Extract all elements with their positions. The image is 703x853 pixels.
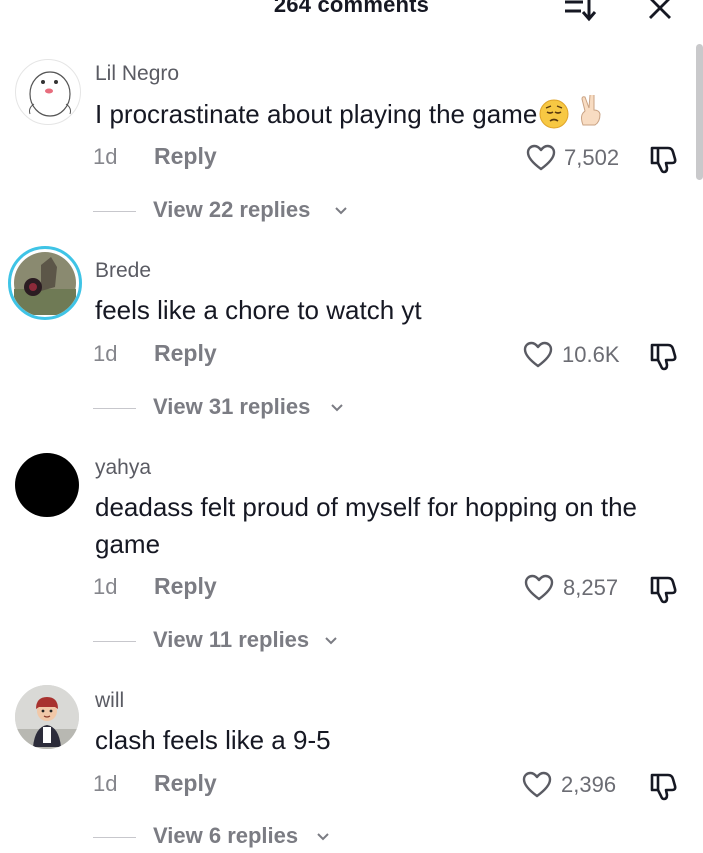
comment-text-content: I procrastinate about playing the game: [95, 99, 538, 129]
victory-hand-emoji-icon: [581, 95, 601, 126]
comment-text: clash feels like a 9-5: [95, 725, 331, 755]
replies-divider: [93, 837, 136, 838]
reply-button[interactable]: Reply: [154, 340, 217, 367]
comment-meta: 1d Reply 2,396: [0, 769, 703, 803]
comment-time: 1d: [93, 144, 118, 169]
chevron-down-icon: [325, 637, 337, 645]
heart-icon[interactable]: [524, 574, 554, 602]
avatar[interactable]: [15, 453, 79, 517]
comment-text: deadass felt proud of myself for hopping…: [95, 492, 638, 559]
heart-icon[interactable]: [526, 144, 556, 172]
view-replies-label[interactable]: View 31 replies: [153, 394, 310, 420]
dislike-icon[interactable]: [648, 340, 680, 372]
reply-button[interactable]: Reply: [154, 143, 217, 170]
avatar[interactable]: [15, 685, 79, 749]
like-count: 2,396: [561, 772, 617, 797]
replies-divider: [93, 641, 136, 642]
view-replies-label[interactable]: View 11 replies: [153, 627, 309, 653]
comment-username[interactable]: yahya: [95, 456, 151, 480]
chevron-down-icon: [335, 207, 347, 215]
avatar[interactable]: [15, 59, 81, 125]
view-replies-label[interactable]: View 22 replies: [153, 197, 310, 223]
dislike-icon[interactable]: [648, 770, 680, 802]
like-count: 8,257: [563, 575, 619, 600]
view-replies[interactable]: View 6 replies: [0, 823, 703, 853]
replies-divider: [93, 408, 136, 409]
chevron-down-icon: [331, 404, 343, 412]
like-count: 7,502: [564, 145, 620, 170]
dislike-icon[interactable]: [648, 573, 680, 605]
like-count: 10.6K: [562, 342, 620, 367]
comments-header: 264 comments: [0, 0, 703, 40]
comment-time: 1d: [93, 574, 118, 599]
comment-meta: 1d Reply 8,257: [0, 572, 703, 606]
dislike-icon[interactable]: [648, 143, 680, 175]
heart-icon[interactable]: [522, 771, 552, 799]
replies-divider: [93, 211, 136, 212]
comment-meta: 1d Reply 10.6K: [0, 339, 703, 373]
chevron-down-icon: [317, 833, 329, 841]
heart-icon[interactable]: [523, 341, 553, 369]
comments-count-title: 264 comments: [273, 0, 430, 17]
avatar[interactable]: [8, 246, 82, 320]
comment-text: feels like a chore to watch yt: [95, 295, 422, 325]
comment-time: 1d: [93, 771, 118, 796]
view-replies[interactable]: View 22 replies: [0, 197, 703, 227]
comment-time: 1d: [93, 341, 118, 366]
sort-icon[interactable]: [563, 0, 597, 22]
comment-meta: 1d Reply 7,502: [0, 142, 703, 176]
comment-username[interactable]: Lil Negro: [95, 62, 179, 86]
close-icon[interactable]: [646, 0, 674, 22]
comment-text: I procrastinate about playing the game: [95, 95, 675, 133]
comment-username[interactable]: Brede: [95, 259, 151, 283]
view-replies[interactable]: View 31 replies: [0, 394, 703, 424]
view-replies[interactable]: View 11 replies: [0, 627, 703, 657]
view-replies-label[interactable]: View 6 replies: [153, 823, 298, 849]
comment-username[interactable]: will: [95, 689, 124, 713]
reply-button[interactable]: Reply: [154, 770, 217, 797]
pensive-face-emoji-icon: [539, 99, 569, 129]
reply-button[interactable]: Reply: [154, 573, 217, 600]
